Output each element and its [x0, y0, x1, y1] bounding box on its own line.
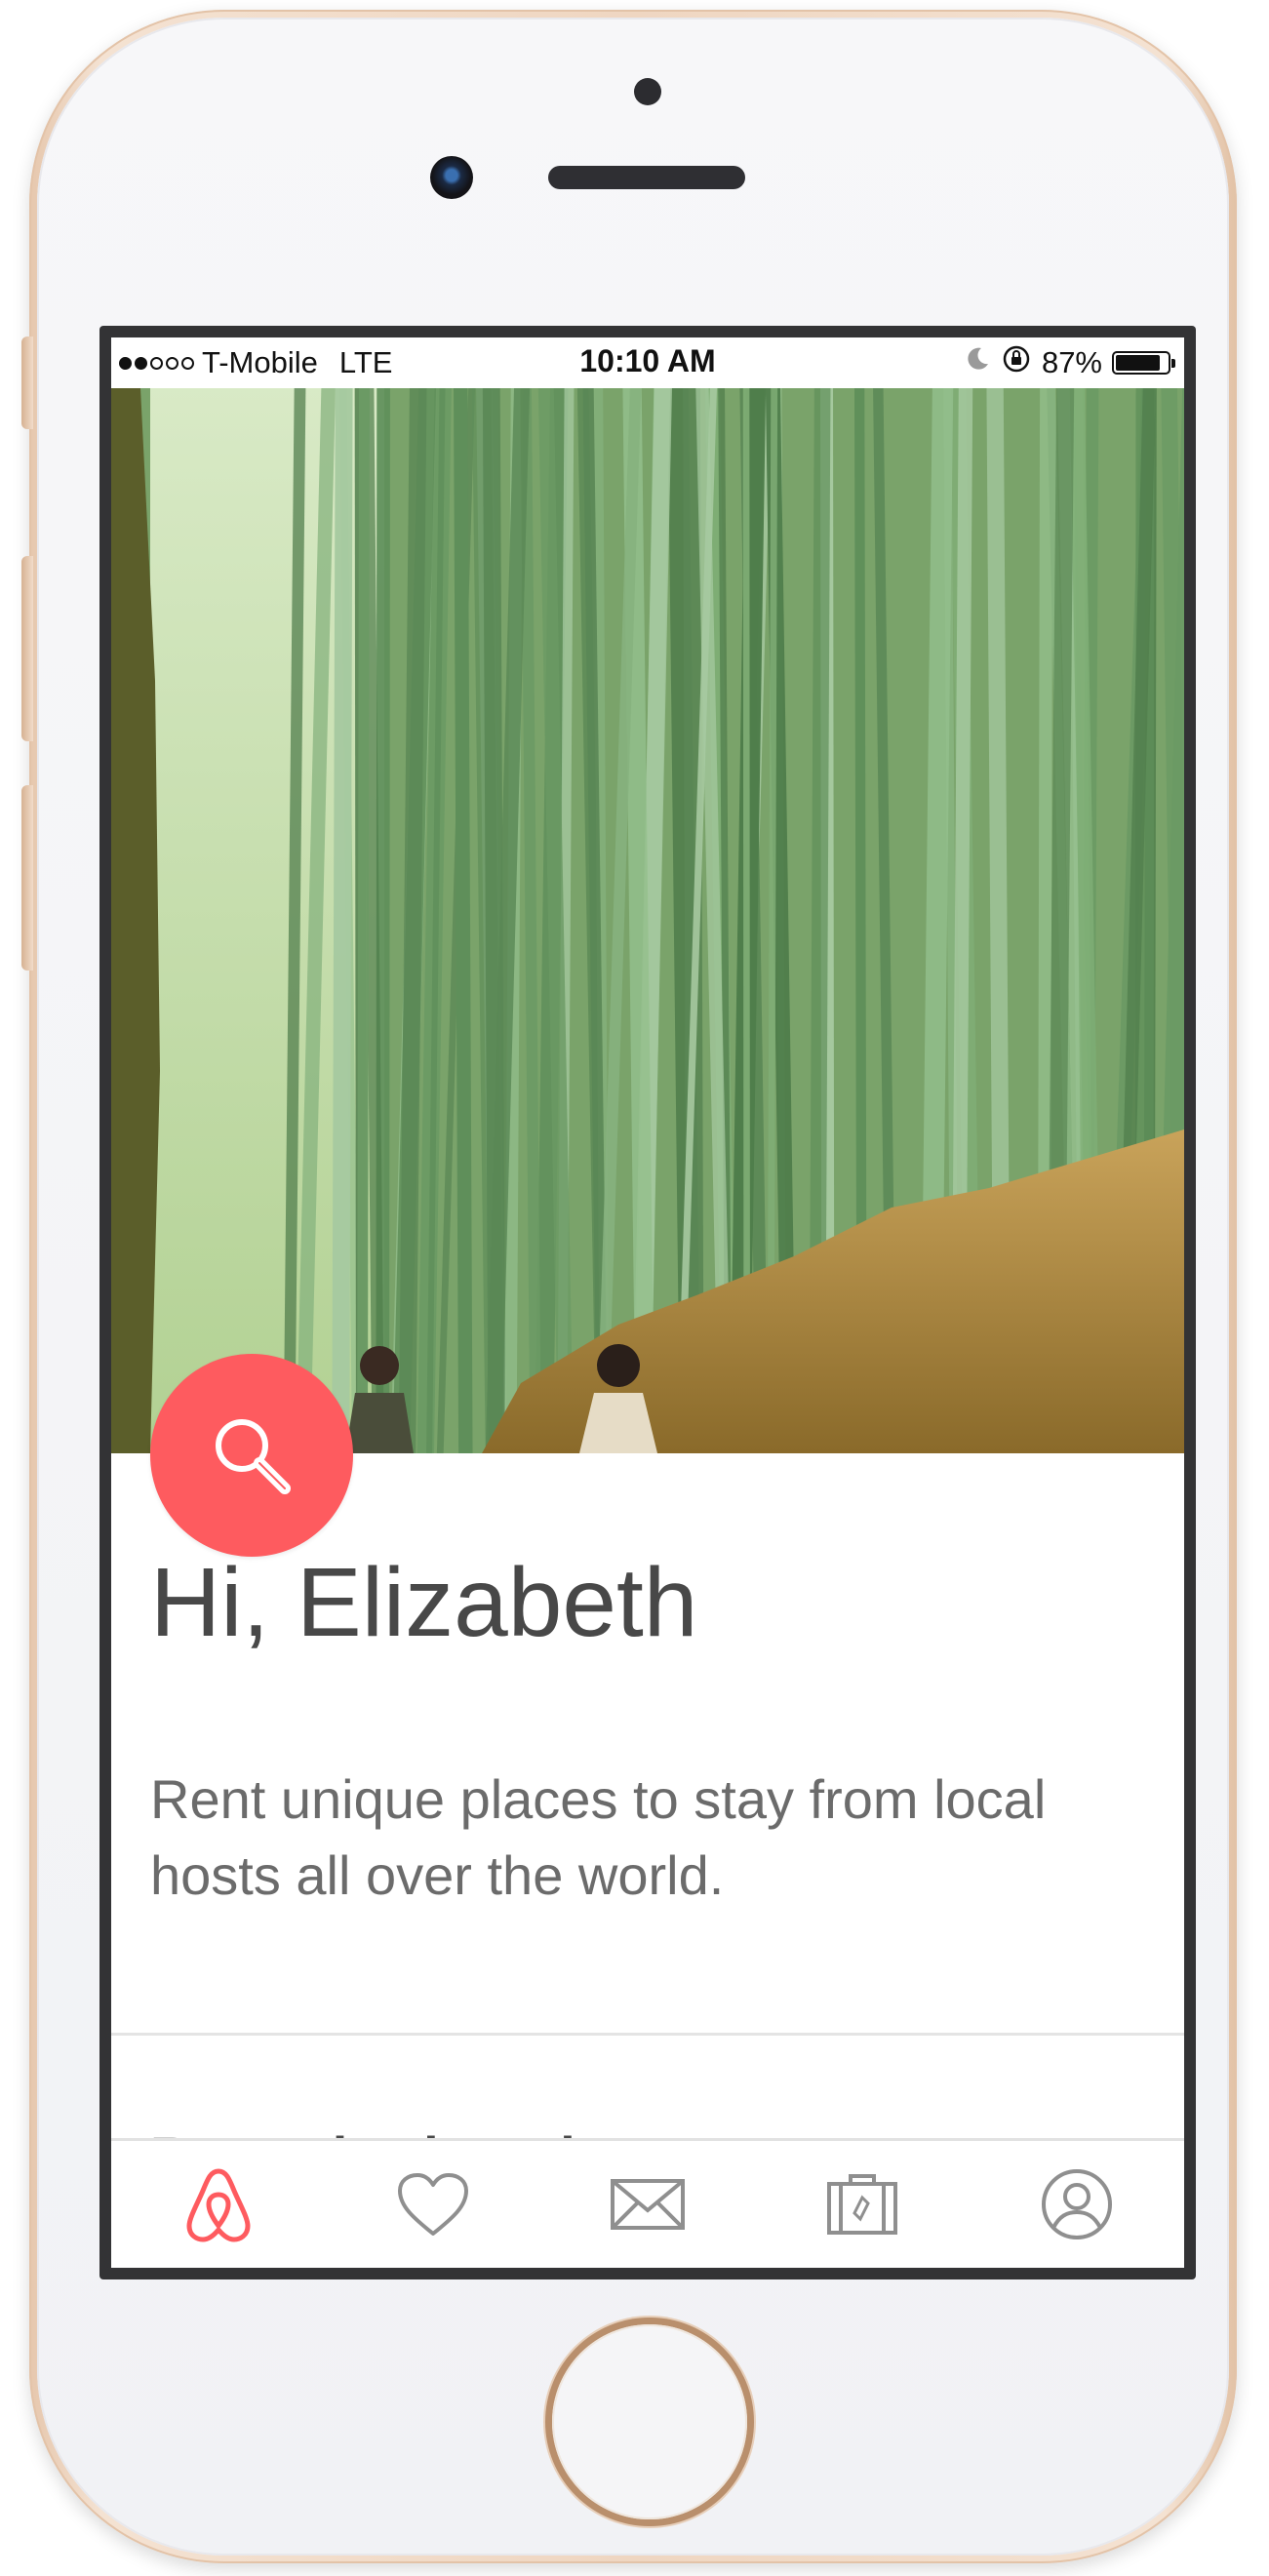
- mute-switch: [21, 337, 33, 429]
- tab-profile[interactable]: [970, 2141, 1184, 2268]
- moon-icon: [964, 345, 991, 380]
- tab-saved[interactable]: [326, 2141, 540, 2268]
- proximity-sensor: [634, 78, 661, 105]
- home-button[interactable]: [552, 2324, 747, 2519]
- search-icon: [216, 1419, 291, 1494]
- airbnb-logo-icon: [186, 2168, 251, 2242]
- suitcase-icon: [827, 2174, 897, 2235]
- tab-trips[interactable]: [755, 2141, 970, 2268]
- heart-icon: [398, 2173, 468, 2236]
- tagline-text: Rent unique places to stay from local ho…: [150, 1768, 1047, 1906]
- volume-down-button: [21, 785, 33, 971]
- envelope-icon: [611, 2179, 685, 2230]
- front-camera: [430, 156, 473, 199]
- profile-icon: [1042, 2169, 1112, 2239]
- app-view: T-Mobile LTE 10:10 AM 87% Hi, Elizabeth …: [111, 337, 1184, 2268]
- tab-explore[interactable]: [111, 2141, 326, 2268]
- hero-image: [111, 388, 1184, 1453]
- tab-bar: [111, 2138, 1184, 2268]
- battery-percent: 87%: [1041, 345, 1102, 379]
- rotation-lock-icon: [1001, 343, 1032, 382]
- volume-up-button: [21, 556, 33, 741]
- device-screen: T-Mobile LTE 10:10 AM 87% Hi, Elizabeth …: [99, 326, 1196, 2279]
- greeting-heading: Hi, Elizabeth: [150, 1548, 698, 1657]
- divider: [111, 2033, 1184, 2036]
- status-right: 87%: [964, 343, 1175, 382]
- search-button[interactable]: [150, 1354, 353, 1557]
- bamboo-forest-photo: [111, 388, 1184, 1453]
- earpiece-speaker: [548, 166, 745, 189]
- tab-inbox[interactable]: [540, 2141, 755, 2268]
- status-bar: T-Mobile LTE 10:10 AM 87%: [111, 337, 1184, 388]
- battery-icon: [1112, 351, 1175, 375]
